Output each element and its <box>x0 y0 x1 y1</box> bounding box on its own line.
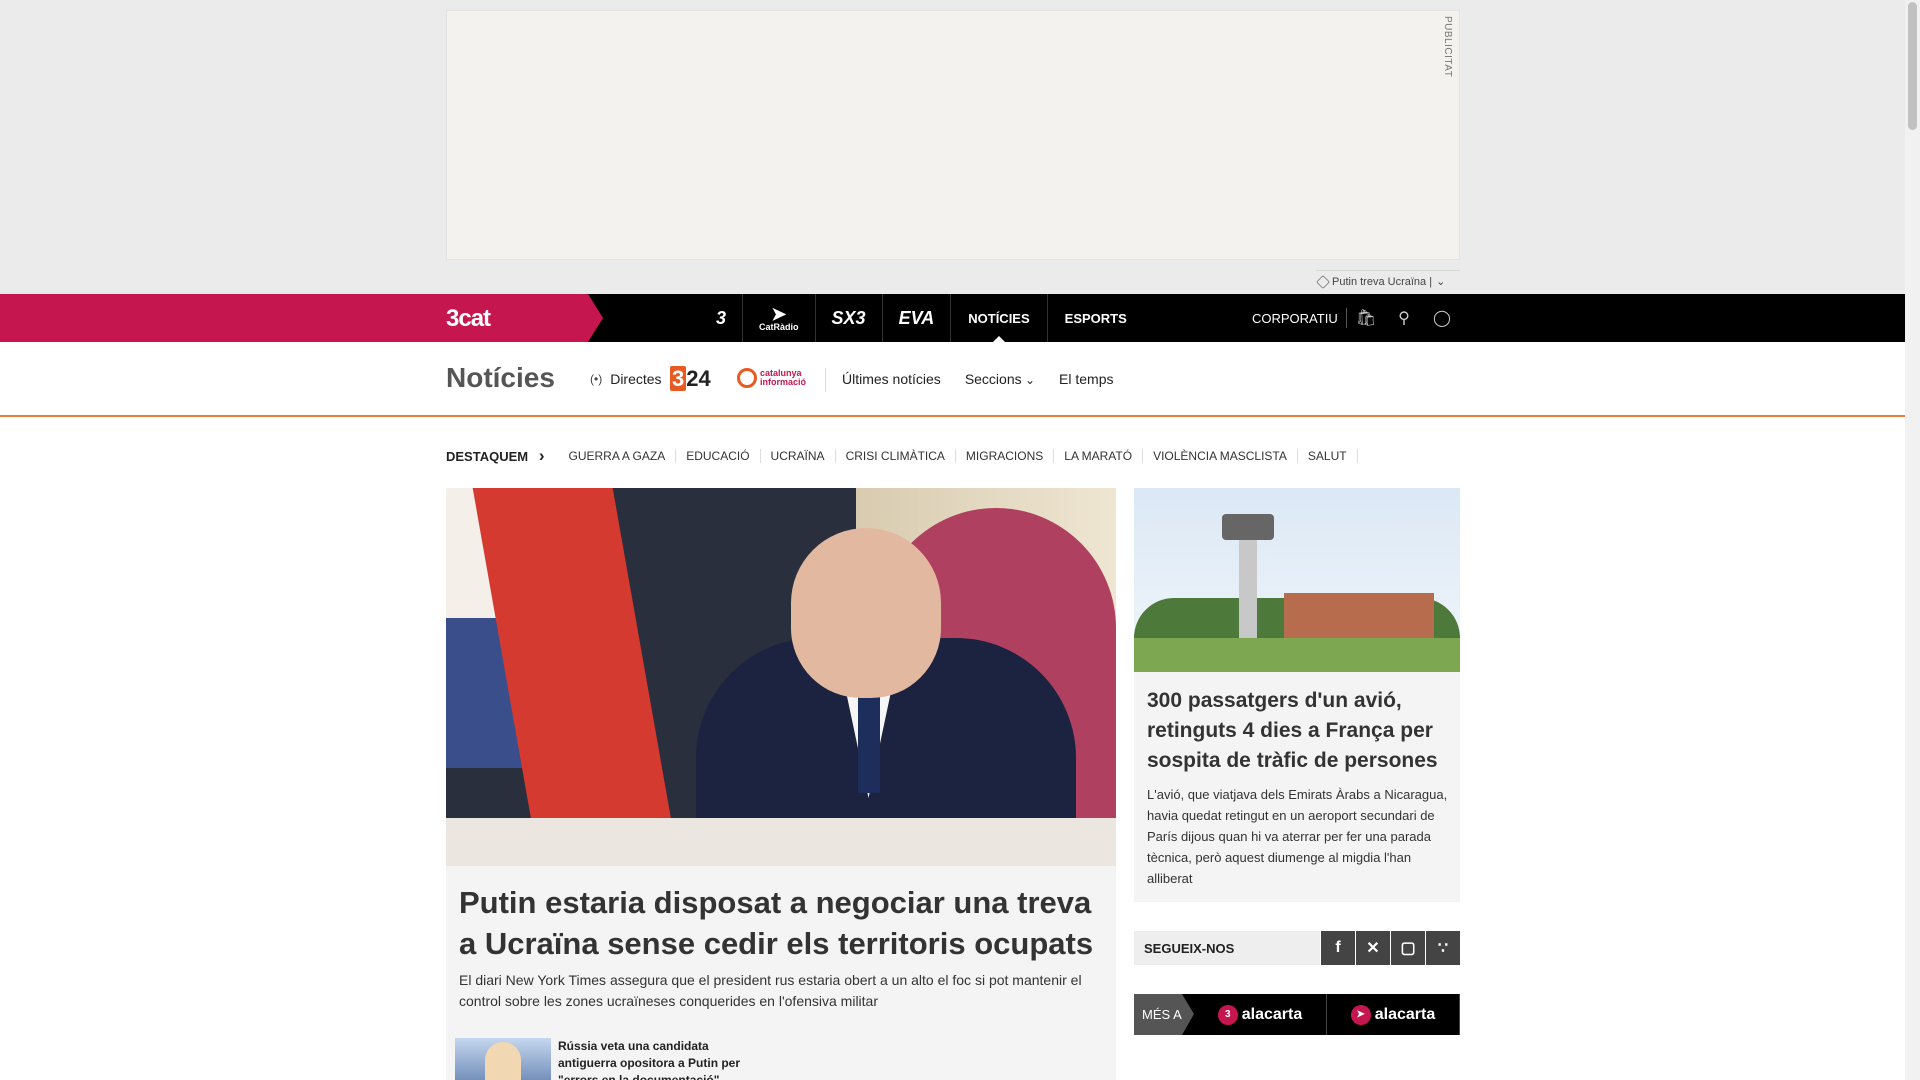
main-story-card: Putin estaria disposat a negociar una tr… <box>446 866 1116 1080</box>
user-icon[interactable]: ◯ <box>1431 308 1453 328</box>
rss-icon[interactable]: ∵ <box>1425 931 1460 965</box>
side-story-subtitle: L'avió, que viatjava dels Emirats Àrabs … <box>1147 787 1448 886</box>
catradio-logo-icon[interactable]: ➤ CatRàdio <box>743 294 816 342</box>
mes-a-label: MÉS A <box>1134 994 1194 1035</box>
destaquem-item[interactable]: SALUT <box>1298 449 1358 463</box>
related-story-thumbnail[interactable] <box>455 1038 551 1080</box>
x-icon[interactable]: ✕ <box>1355 931 1390 965</box>
social-label: SEGUEIX-NOS <box>1144 940 1235 956</box>
destaquem-item[interactable]: UCRAÏNA <box>761 449 836 463</box>
side-story-image[interactable] <box>1134 488 1460 672</box>
chevron-down-icon: ⌄ <box>1436 276 1446 288</box>
directes-label: Directes <box>610 371 662 387</box>
ad-zone: PUBLICITAT Putin treva Ucraïna | ⌄ <box>0 0 1905 294</box>
section-title[interactable]: Notícies <box>446 362 555 394</box>
alacarta-bar: MÉS A 3 alacarta ➤ alacarta <box>1134 994 1460 1035</box>
section-divider <box>825 368 826 392</box>
nav-noticies[interactable]: NOTÍCIES <box>951 294 1048 342</box>
eva-logo-icon[interactable]: EVA <box>883 294 952 342</box>
main-story-subtitle: El diari New York Times assegura que el … <box>459 972 1082 1009</box>
related-story-title[interactable]: Rússia veta una candidata antiguerra opo… <box>558 1038 758 1080</box>
facebook-icon[interactable]: f <box>1320 931 1355 965</box>
side-story-card: 300 passatgers d'un avió, retinguts 4 di… <box>1134 672 1460 902</box>
topic-tag-dropdown[interactable]: Putin treva Ucraïna | ⌄ <box>1315 270 1460 292</box>
search-icon[interactable]: ⚲ <box>1393 308 1415 328</box>
section-nav: Últimes notícies Seccions El temps <box>842 371 1113 387</box>
destaquem-item[interactable]: GUERRA A GAZA <box>559 449 677 463</box>
catradio-alacarta-link[interactable]: ➤ alacarta <box>1327 994 1460 1035</box>
nav-seccions-dropdown[interactable]: Seccions <box>965 371 1035 387</box>
nav-esports[interactable]: ESPORTS <box>1048 294 1144 342</box>
tv3-alacarta-link[interactable]: 3 alacarta <box>1194 994 1327 1035</box>
catradio-badge-icon: ➤ <box>1350 1004 1371 1025</box>
ad-banner[interactable] <box>446 10 1460 260</box>
scrollbar-thumb[interactable] <box>1908 2 1917 130</box>
logo-catalunya-informacio[interactable]: catalunya informació <box>737 368 816 388</box>
brand-block <box>0 294 603 342</box>
destaquem-item[interactable]: CRISI CLIMÀTICA <box>836 449 956 463</box>
nav-corporatiu[interactable]: CORPORATIU <box>1252 294 1338 342</box>
instagram-icon[interactable]: ▢ <box>1390 931 1425 965</box>
destaquem-item[interactable]: LA MARATÓ <box>1054 449 1144 463</box>
main-story-image[interactable] <box>446 488 1116 866</box>
nav-icons: 🛍 ⚲ ◯ <box>1355 294 1453 342</box>
tag-icon <box>1315 274 1331 289</box>
live-broadcast-icon: (•) <box>590 372 603 386</box>
destaquem-bar: DESTAQUEM GUERRA A GAZA EDUCACIÓ UCRAÏNA… <box>446 446 1358 466</box>
brand-logo[interactable]: 3cat <box>446 305 491 333</box>
related-story[interactable]: Rússia veta una candidata antiguerra opo… <box>455 1038 758 1080</box>
main-story-title[interactable]: Putin estaria disposat a negociar una tr… <box>459 882 1099 964</box>
destaquem-label[interactable]: DESTAQUEM <box>446 446 545 466</box>
catradio-alacarta-label: alacarta <box>1374 1005 1436 1023</box>
section-header: Notícies (•) Directes 324 catalunya info… <box>0 342 1905 417</box>
channel-links: 3 ➤ CatRàdio SX3 EVA NOTÍCIES ESPORTS <box>700 294 1144 342</box>
top-navigation: 3cat 3 ➤ CatRàdio SX3 EVA NOTÍCIES ESPORT… <box>0 294 1905 342</box>
nav-divider <box>1346 308 1347 328</box>
shop-bag-icon[interactable]: 🛍 <box>1355 308 1377 328</box>
side-story-title[interactable]: 300 passatgers d'un avió, retinguts 4 di… <box>1147 686 1452 776</box>
sx3-logo-icon[interactable]: SX3 <box>816 294 883 342</box>
social-follow-bar: SEGUEIX-NOS f ✕ ▢ ∵ <box>1134 931 1460 965</box>
destaquem-item[interactable]: VIOLÈNCIA MASCLISTA <box>1143 449 1298 463</box>
tv3-badge-icon: 3 <box>1217 1004 1238 1025</box>
nav-ultimes-noticies[interactable]: Últimes notícies <box>842 371 941 387</box>
nav-el-temps[interactable]: El temps <box>1059 371 1113 387</box>
ad-label: PUBLICITAT <box>1442 16 1453 78</box>
destaquem-item[interactable]: EDUCACIÓ <box>676 449 761 463</box>
page-scrollbar[interactable] <box>1905 0 1920 1080</box>
directes-link[interactable]: (•) Directes <box>590 371 662 387</box>
tv3-alacarta-label: alacarta <box>1241 1005 1303 1023</box>
topic-tag-label: Putin treva Ucraïna | <box>1332 275 1433 288</box>
tv3-logo-icon[interactable]: 3 <box>700 294 744 342</box>
logo-324[interactable]: 324 <box>670 366 711 392</box>
catinfo-circle-icon <box>737 368 757 388</box>
destaquem-item[interactable]: MIGRACIONS <box>956 449 1055 463</box>
